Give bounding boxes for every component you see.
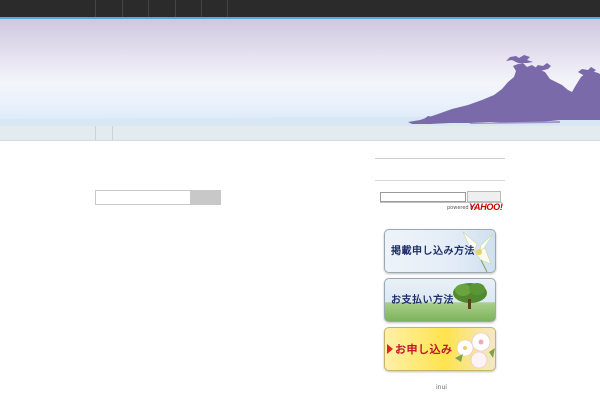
sidebar-divider: [375, 180, 505, 181]
sidebar-footer-text: inui: [436, 384, 447, 391]
secondary-nav-divider: [95, 126, 96, 140]
top-nav-divider: [227, 0, 228, 17]
top-nav-divider: [175, 0, 176, 17]
apply-now-button[interactable]: お申し込み: [384, 327, 496, 371]
top-nav-divider: [201, 0, 202, 17]
yahoo-logo: YAHOO!: [469, 202, 503, 212]
top-nav-divider: [148, 0, 149, 17]
yahoo-search-button[interactable]: [467, 191, 501, 202]
listing-application-method-label: 掲載申し込み方法: [391, 246, 475, 257]
site-search-button[interactable]: [190, 190, 221, 205]
secondary-nav-bar: [0, 126, 600, 141]
yahoo-search-input[interactable]: [380, 192, 466, 202]
top-nav-divider: [122, 0, 123, 17]
sidebar-divider: [375, 158, 505, 159]
top-nav-bar: [0, 0, 600, 17]
top-nav-divider: [95, 0, 96, 17]
payment-method-button[interactable]: お支払い方法: [384, 278, 496, 322]
secondary-nav-divider: [112, 126, 113, 140]
play-arrow-icon: [387, 344, 393, 354]
island-silhouette-image: [0, 55, 600, 126]
apply-now-label: お申し込み: [395, 343, 453, 356]
payment-method-label: お支払い方法: [391, 295, 454, 306]
listing-application-method-button[interactable]: 掲載申し込み方法: [384, 229, 496, 273]
flower-bouquet-icon: [455, 332, 495, 369]
header-banner: [0, 19, 600, 126]
site-search-input[interactable]: [95, 190, 191, 205]
